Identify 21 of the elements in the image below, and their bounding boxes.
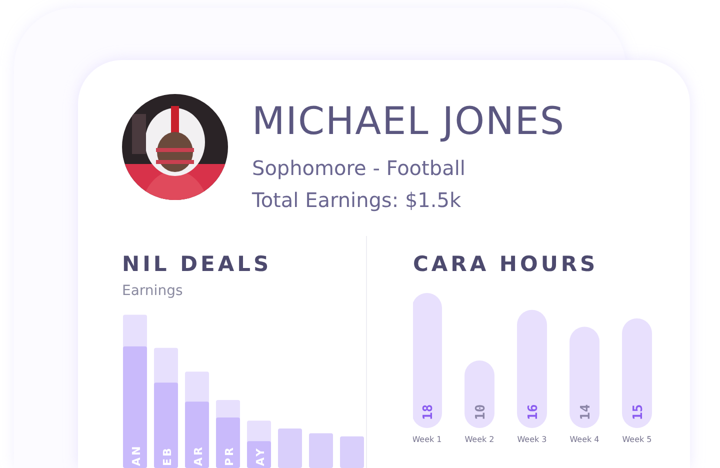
section-title: NIL DEALS	[122, 252, 273, 278]
week-label: Week 2	[464, 435, 494, 444]
value-label: 15	[631, 404, 646, 420]
section-title: CARA HOURS	[413, 252, 600, 278]
value-label: 10	[474, 404, 488, 420]
value-label: 16	[526, 404, 541, 420]
month-label: AY	[254, 446, 267, 466]
week-label: Week 3	[517, 435, 547, 444]
value-label: 18	[421, 404, 436, 420]
bar	[464, 360, 494, 428]
chart-label: Earnings	[122, 282, 183, 302]
month-label: AR	[192, 445, 205, 466]
month-label: PR	[223, 446, 236, 466]
week-label: Week 5	[622, 435, 652, 444]
total-earnings: Total Earnings: $1.5k	[252, 188, 462, 212]
athlete-subtitle: Sophomore - Football	[252, 156, 466, 180]
week-label: Week 4	[570, 435, 600, 444]
month-label: AN	[130, 444, 143, 466]
month-label: EB	[161, 446, 174, 466]
athlete-name: MICHAEL JONES	[252, 102, 566, 140]
value-label: 14	[578, 404, 594, 420]
